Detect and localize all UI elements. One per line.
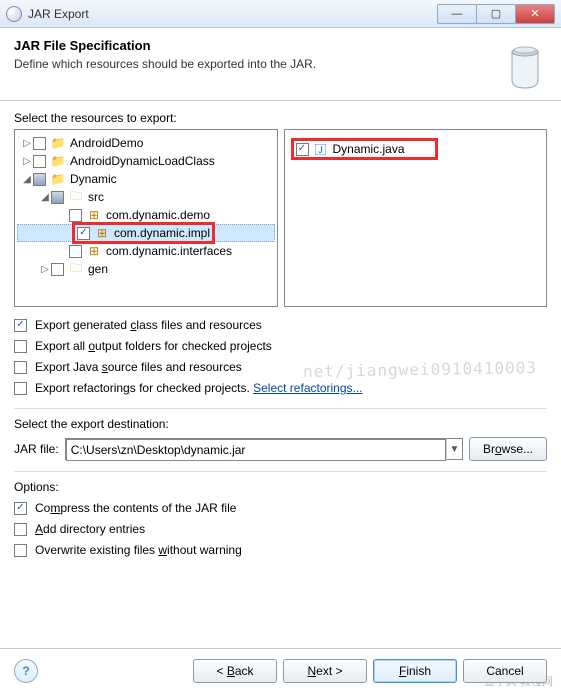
resources-label: Select the resources to export: (14, 111, 547, 125)
finish-button[interactable]: Finish (373, 659, 457, 683)
file-list[interactable]: ✓ 🄹 Dynamic.java (284, 129, 548, 307)
tree-row[interactable]: ◢ 🗀 src (15, 188, 277, 206)
destination-section-label: Select the export destination: (14, 417, 547, 431)
option-label: Export Java source files and resources (35, 360, 242, 374)
browse-button[interactable]: Browse... (469, 437, 547, 461)
options-section-label: Options: (14, 480, 547, 494)
checkbox[interactable] (69, 245, 82, 258)
jar-option[interactable]: ✓ Compress the contents of the JAR file (14, 498, 547, 518)
option-label: Export generated class files and resourc… (35, 318, 262, 332)
tree-label: com.dynamic.demo (106, 208, 210, 222)
export-option[interactable]: Export Java source files and resources (14, 357, 547, 377)
folder-icon: 🗀 (68, 262, 84, 276)
checkbox[interactable] (14, 382, 27, 395)
project-icon: 📁 (50, 172, 66, 186)
highlight-box: ✓ ⊞ com.dynamic.impl (72, 222, 215, 244)
window-titlebar: JAR Export — ▢ ✕ (0, 0, 561, 28)
export-option[interactable]: ✓ Export generated class files and resour… (14, 315, 547, 335)
chevron-down-icon[interactable]: ▼ (446, 439, 462, 461)
checkbox[interactable]: ✓ (14, 502, 27, 515)
back-button[interactable]: < Back (193, 659, 277, 683)
package-icon: ⊞ (94, 226, 110, 240)
tree-row[interactable]: ▷ 📁 AndroidDemo (15, 134, 277, 152)
tree-label: AndroidDemo (70, 136, 143, 150)
page-title: JAR File Specification (14, 38, 495, 53)
project-tree[interactable]: ▷ 📁 AndroidDemo ▷ 📁 AndroidDynamicLoadClass ◢ 📁… (14, 129, 278, 307)
wizard-footer: ? < Back Next > Finish Cancel (0, 648, 561, 693)
checkbox[interactable] (14, 544, 27, 557)
select-refactorings-link[interactable]: Select refactorings... (253, 381, 362, 395)
package-icon: ⊞ (86, 244, 102, 258)
tree-label: com.dynamic.impl (114, 226, 210, 240)
option-label: Add directory entries (35, 522, 145, 536)
tree-row[interactable]: ▷ 📁 AndroidDynamicLoadClass (15, 152, 277, 170)
tree-label: com.dynamic.interfaces (106, 244, 232, 258)
option-label: Export all output folders for checked pr… (35, 339, 272, 353)
checkbox[interactable] (14, 523, 27, 536)
checkbox[interactable] (33, 137, 46, 150)
option-label: Overwrite existing files without warning (35, 543, 242, 557)
package-icon: ⊞ (86, 208, 102, 222)
option-label: Compress the contents of the JAR file (35, 501, 236, 515)
project-icon: 📁 (50, 154, 66, 168)
checkbox[interactable]: ✓ (296, 143, 309, 156)
tree-label: src (88, 190, 104, 204)
next-button[interactable]: Next > (283, 659, 367, 683)
folder-icon: 🗀 (68, 190, 84, 204)
jar-option[interactable]: Overwrite existing files without warning (14, 540, 547, 560)
jar-icon (495, 38, 547, 90)
expand-arrow-icon[interactable]: ▷ (21, 138, 33, 149)
tree-row[interactable]: ⊞ com.dynamic.interfaces (15, 242, 277, 260)
tree-row[interactable]: ✓ ⊞ com.dynamic.impl (17, 224, 275, 242)
tree-row[interactable]: ◢ 📁 Dynamic (15, 170, 277, 188)
checkbox[interactable] (69, 209, 82, 222)
help-button[interactable]: ? (14, 659, 38, 683)
file-row[interactable]: ✓ 🄹 Dynamic.java (285, 140, 547, 158)
tree-label: Dynamic (70, 172, 117, 186)
jar-file-combo[interactable]: ▼ (65, 438, 463, 460)
option-label: Export refactorings for checked projects… (35, 381, 363, 395)
checkbox[interactable] (51, 191, 64, 204)
checkbox[interactable]: ✓ (77, 227, 90, 240)
java-file-icon: 🄹 (313, 142, 329, 156)
expand-arrow-icon[interactable]: ◢ (21, 174, 33, 185)
tree-label: AndroidDynamicLoadClass (70, 154, 215, 168)
project-icon: 📁 (50, 136, 66, 150)
checkbox[interactable] (14, 361, 27, 374)
maximize-button[interactable]: ▢ (476, 4, 516, 24)
expand-arrow-icon[interactable]: ▷ (21, 156, 33, 167)
jar-file-label: JAR file: (14, 442, 59, 456)
page-subtitle: Define which resources should be exporte… (14, 57, 495, 71)
jar-file-input[interactable] (66, 439, 446, 461)
highlight-box: ✓ 🄹 Dynamic.java (291, 138, 438, 160)
export-option[interactable]: Export all output folders for checked pr… (14, 336, 547, 356)
minimize-button[interactable]: — (437, 4, 477, 24)
checkbox[interactable] (33, 155, 46, 168)
window-title: JAR Export (28, 6, 438, 21)
expand-arrow-icon[interactable]: ◢ (39, 192, 51, 203)
close-button[interactable]: ✕ (515, 4, 555, 24)
cancel-button[interactable]: Cancel (463, 659, 547, 683)
checkbox[interactable] (14, 340, 27, 353)
dialog-header: JAR File Specification Define which reso… (0, 28, 561, 101)
checkbox[interactable] (51, 263, 64, 276)
export-option[interactable]: Export refactorings for checked projects… (14, 378, 547, 398)
app-icon (6, 6, 22, 22)
tree-row[interactable]: ▷ 🗀 gen (15, 260, 277, 278)
checkbox[interactable] (33, 173, 46, 186)
tree-label: gen (88, 262, 108, 276)
checkbox[interactable]: ✓ (14, 319, 27, 332)
expand-arrow-icon[interactable]: ▷ (39, 264, 51, 275)
jar-option[interactable]: Add directory entries (14, 519, 547, 539)
file-label: Dynamic.java (333, 142, 405, 156)
